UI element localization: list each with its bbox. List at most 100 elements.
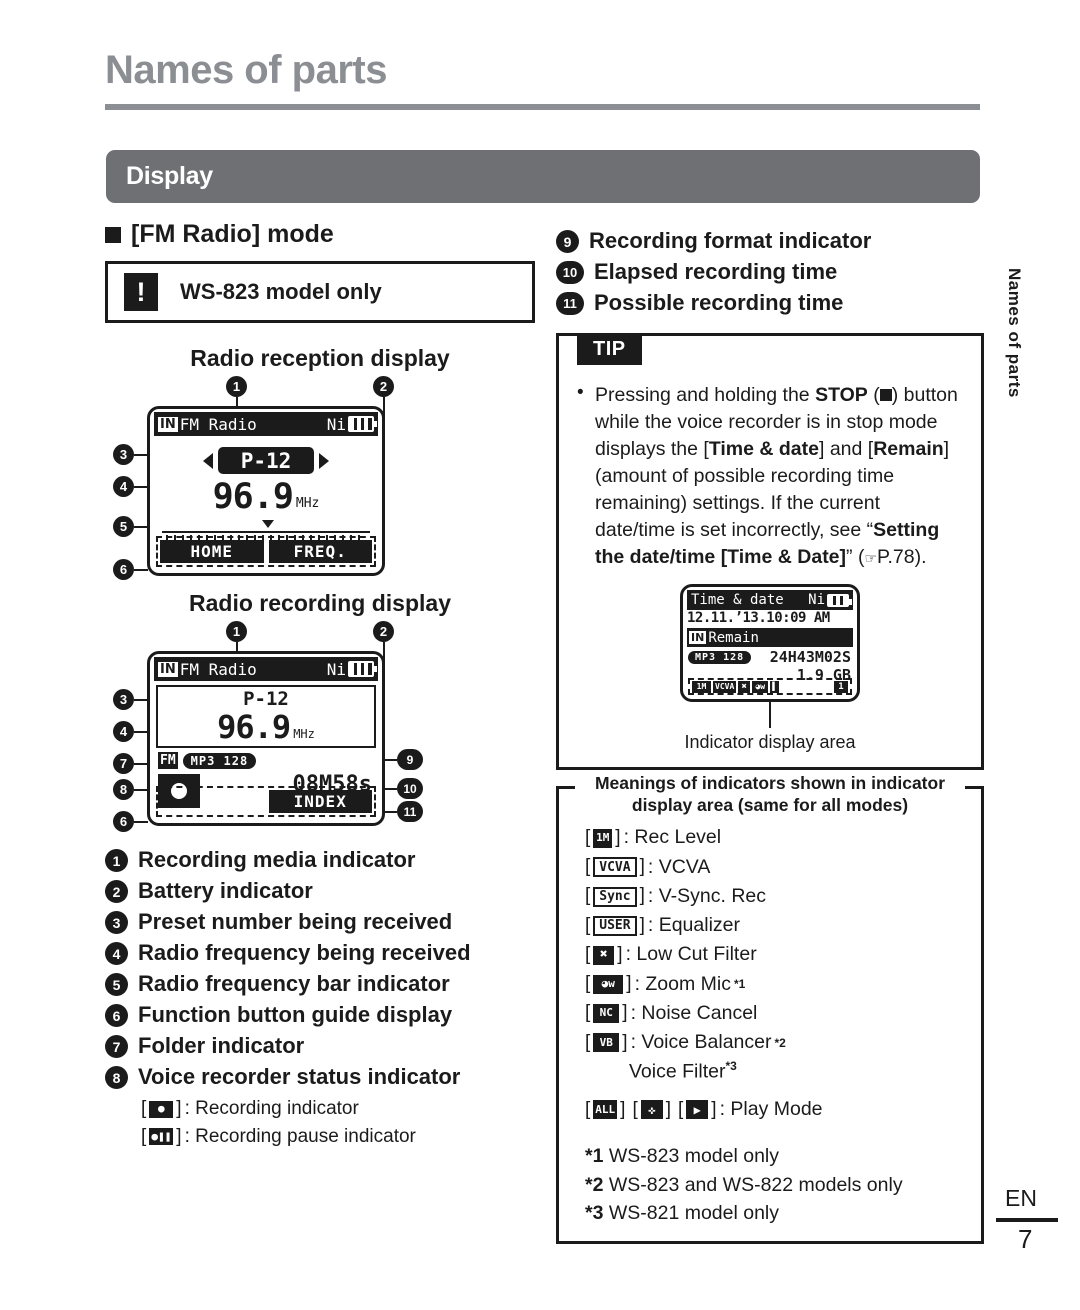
battery-icon bbox=[348, 416, 377, 432]
time-date-screen-title: Time & date bbox=[691, 592, 784, 609]
tip-body: Pressing and holding the STOP () button … bbox=[577, 380, 963, 570]
softkey-empty bbox=[160, 790, 264, 813]
footnote-3: *3 WS-821 model only bbox=[585, 1199, 981, 1227]
legend-label-1: Recording media indicator bbox=[138, 847, 416, 872]
legend-item-3: 3 Preset number being received bbox=[105, 907, 535, 936]
reception-diagram-title: Radio reception display bbox=[190, 345, 450, 371]
recording-chips-row: FM MP3 128 bbox=[158, 752, 257, 769]
legend-number-5: 5 bbox=[105, 973, 128, 997]
recording-diagram: 1 2 3 4 7 8 6 9 10 11 IN FM Radio Ni P-1… bbox=[105, 621, 535, 832]
bracket-open: [ bbox=[585, 856, 591, 878]
callout-10-recording: 10 bbox=[397, 778, 423, 799]
meaning-row-vcva: [ VCVA ] : VCVA bbox=[585, 853, 981, 882]
meaning-label-voice-balancer: : Voice Balancer bbox=[630, 1031, 772, 1054]
softkey-freq[interactable]: FREQ. bbox=[268, 540, 372, 563]
status-subline-pause-text: : Recording pause indicator bbox=[184, 1125, 416, 1147]
legend-item-10: 10 Elapsed recording time bbox=[556, 257, 984, 286]
preset-number: P-12 bbox=[218, 447, 314, 474]
low-cut-filter-icon: ✖ bbox=[593, 945, 615, 965]
bracket-close: ] bbox=[176, 1125, 182, 1147]
bracket-open: [ bbox=[585, 914, 591, 936]
callout-3-recording: 3 bbox=[113, 689, 134, 710]
callout-1-reception: 1 bbox=[226, 376, 247, 397]
tip-box: TIP Pressing and holding the STOP () but… bbox=[556, 333, 984, 771]
bracket-open: [ bbox=[585, 1031, 591, 1053]
section-header-label: Display bbox=[126, 162, 213, 190]
callout-4-reception: 4 bbox=[113, 476, 134, 497]
model-only-note-text: WS-823 model only bbox=[180, 279, 382, 304]
softkey-home[interactable]: HOME bbox=[160, 540, 264, 563]
callout-2-recording: 2 bbox=[373, 621, 394, 642]
legend-number-4: 4 bbox=[105, 942, 128, 966]
v-sync-rec-icon: Sync bbox=[593, 886, 637, 907]
legend-label-2: Battery indicator bbox=[138, 878, 313, 904]
folder-indicator-icon: FM bbox=[158, 752, 178, 769]
time-date-lcd-screen: Time & date Ni 12.11.’13.10:09 AM IN Rem… bbox=[680, 584, 860, 703]
meaning-label-vcva: : VCVA bbox=[647, 855, 711, 878]
callout-7-recording: 7 bbox=[113, 753, 134, 774]
legend-number-9: 9 bbox=[556, 230, 579, 253]
callout-6-lead bbox=[134, 569, 148, 571]
tip-text-7: ). bbox=[914, 545, 927, 568]
running-head: Names of parts bbox=[1005, 268, 1024, 398]
bracket-close: ] bbox=[639, 914, 645, 936]
rec-level-icon: 1M bbox=[593, 828, 613, 848]
legend-item-5: 5 Radio frequency bar indicator bbox=[105, 969, 535, 998]
reception-screen-title: FM Radio bbox=[179, 414, 257, 434]
legend-item-7: 7 Folder indicator bbox=[105, 1031, 535, 1060]
footnotes: *1 WS-823 model only *2 WS-823 and WS-82… bbox=[585, 1142, 981, 1227]
bracket-open: [ bbox=[141, 1098, 147, 1120]
reception-diagram: 1 2 3 4 5 6 IN FM Radio Ni P-12 96.9 MHz… bbox=[105, 376, 535, 580]
bracket-close: ] bbox=[176, 1098, 182, 1120]
zoom-mic-icon: ◕w bbox=[593, 974, 624, 994]
bracket-open: [ bbox=[585, 1002, 591, 1024]
tip-bold-remain: Remain bbox=[873, 437, 944, 460]
radio-frequency-value: 96.9 bbox=[212, 477, 294, 517]
equalizer-icon: USER bbox=[593, 915, 637, 936]
callout-6r-lead bbox=[134, 821, 148, 823]
legend-label-11: Possible recording time bbox=[594, 290, 844, 316]
play-mode-shuffle-icon: ✜ bbox=[640, 1100, 663, 1120]
meaning-row-voice-balancer: [ VB ] : Voice Balancer *2 bbox=[585, 1028, 981, 1057]
bullet-square-icon bbox=[105, 226, 121, 243]
recording-frequency-value: 96.9 bbox=[217, 708, 291, 746]
meaning-label-play-mode: : Play Mode bbox=[719, 1098, 823, 1121]
tip-text-6: ” ( bbox=[846, 545, 865, 568]
legend-number-10: 10 bbox=[556, 261, 584, 285]
page-title: Names of parts bbox=[105, 48, 387, 92]
meanings-title-line1: Meanings of indicators shown in indicato… bbox=[584, 773, 956, 796]
bracket-close: ] bbox=[622, 1031, 628, 1053]
recording-preset-number: P-12 bbox=[243, 688, 289, 710]
battery-type-label: Ni bbox=[808, 592, 825, 609]
bracket-close: ] bbox=[615, 826, 621, 848]
tip-text-1: Pressing and holding the bbox=[595, 384, 816, 407]
recording-lcd-screen: IN FM Radio Ni P-12 96.9 MHz FM MP3 128 … bbox=[147, 651, 385, 826]
recording-screen-title: FM Radio bbox=[179, 659, 257, 679]
meanings-box-title: Meanings of indicators shown in indicato… bbox=[559, 773, 981, 818]
legend-item-1: 1 Recording media indicator bbox=[105, 845, 535, 874]
rec-level-icon: 1M bbox=[692, 680, 711, 693]
callout-6-recording: 6 bbox=[113, 811, 134, 832]
callout-1-recording: 1 bbox=[226, 621, 247, 642]
left-column: [FM Radio] mode ! WS-823 model only Radi… bbox=[105, 220, 535, 1150]
bracket-open: [ bbox=[585, 885, 591, 907]
softkey-index[interactable]: INDEX bbox=[268, 790, 372, 813]
title-divider bbox=[105, 104, 980, 110]
callout-5-reception: 5 bbox=[113, 516, 134, 537]
time-date-value: 12.11.’13.10:09 AM bbox=[687, 610, 830, 627]
legend-number-7: 7 bbox=[105, 1035, 128, 1059]
meanings-box: Meanings of indicators shown in indicato… bbox=[556, 773, 984, 1245]
meaning-label-zoom-mic: : Zoom Mic bbox=[634, 972, 731, 995]
footnote-2-mark: *2 bbox=[585, 1173, 604, 1196]
callout-8-recording: 8 bbox=[113, 779, 134, 800]
bracket-close: ] bbox=[711, 1098, 717, 1120]
legend-number-11: 11 bbox=[556, 292, 584, 316]
voice-balancer-icon: VB bbox=[593, 1033, 620, 1053]
meaning-row-voice-filter: Voice Filter*3 bbox=[629, 1057, 981, 1087]
reception-lcd-titlebar: IN FM Radio Ni bbox=[154, 412, 378, 436]
zoom-mic-icon: ◕w bbox=[752, 680, 769, 693]
recording-media-icon: IN bbox=[689, 631, 707, 645]
legend-item-4: 4 Radio frequency being received bbox=[105, 938, 535, 967]
callout-9-recording: 9 bbox=[397, 749, 423, 770]
noise-cancel-icon: NC bbox=[593, 1004, 620, 1024]
